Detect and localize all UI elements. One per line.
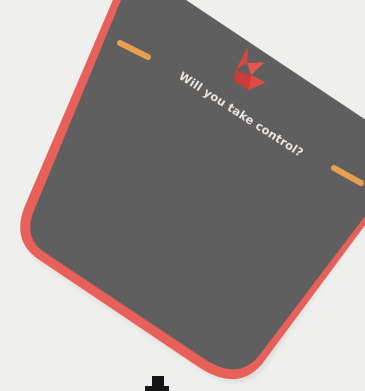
phone-illustration: Will you take control?: [20, 0, 365, 391]
bottom-handle: [145, 376, 169, 391]
phone-screen: [30, 0, 365, 370]
phone-body: [20, 0, 365, 380]
